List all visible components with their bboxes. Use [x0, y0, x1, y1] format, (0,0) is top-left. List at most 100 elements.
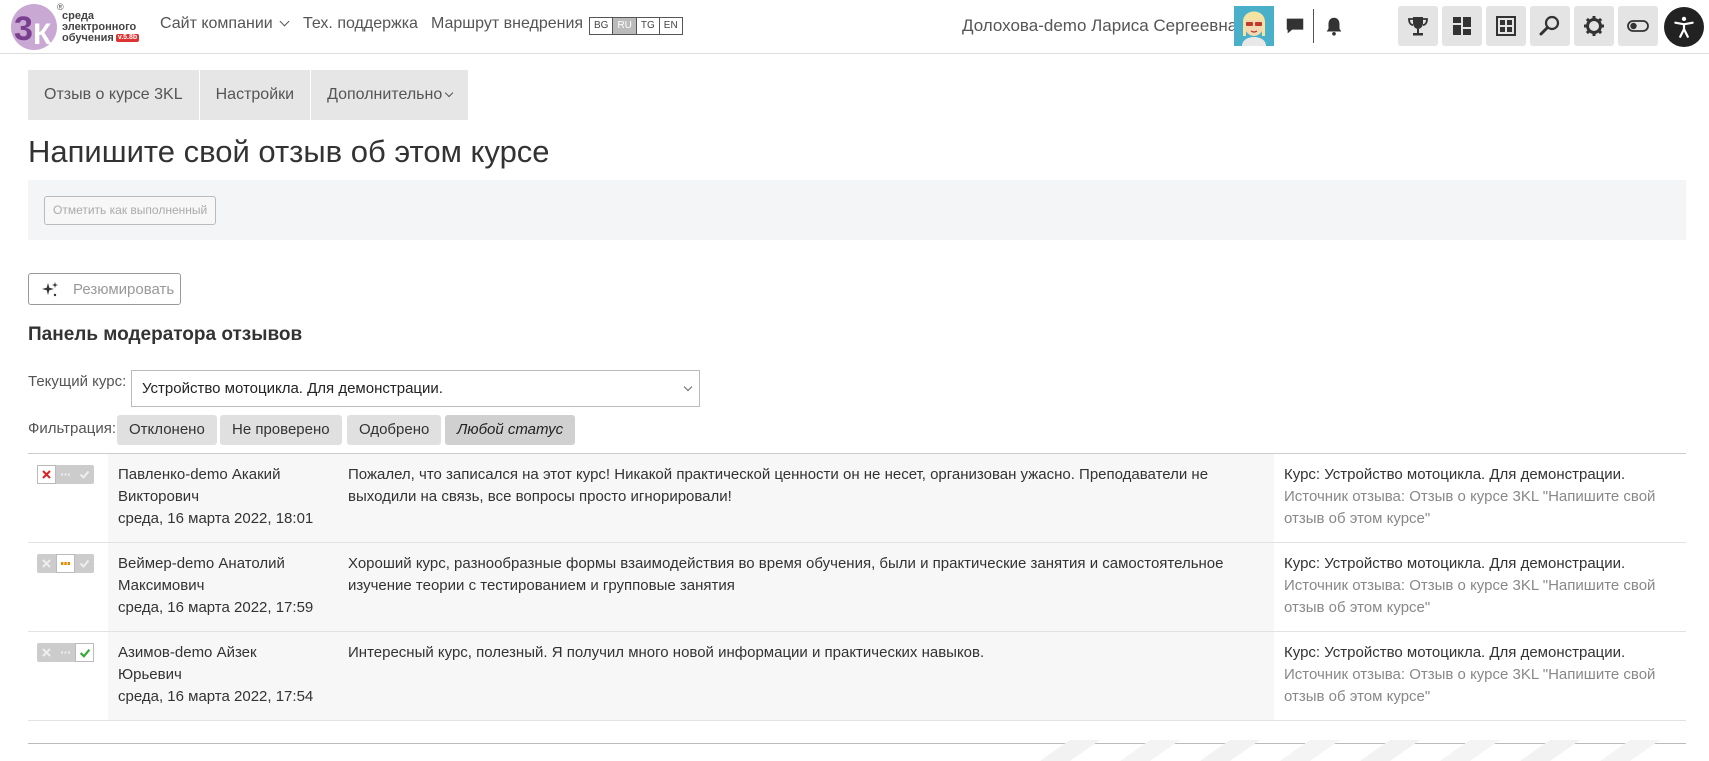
review-source: Источник отзыва: Отзыв о курсе 3KL "Напи…: [1284, 577, 1656, 616]
filter-approved-button[interactable]: Одобрено: [347, 415, 442, 445]
pending-toggle[interactable]: [56, 554, 75, 573]
review-meta-cell: Курс: Устройство мотоцикла. Для демонстр…: [1274, 632, 1686, 720]
footer-decoration: [1040, 740, 1660, 761]
avatar-image-icon: [1234, 6, 1274, 46]
summarize-label: Резюмировать: [73, 281, 175, 298]
review-author-cell: Азимов-demo Айзек Юрьевич среда, 16 март…: [108, 632, 338, 720]
pending-dots-icon: [61, 651, 70, 654]
review-row: Павленко-demo Акакий Викторович среда, 1…: [28, 454, 1686, 543]
review-source: Источник отзыва: Отзыв о курсе 3KL "Напи…: [1284, 666, 1656, 705]
approve-toggle[interactable]: [75, 554, 94, 573]
review-author-patronymic: Юрьевич: [118, 666, 182, 683]
avatar[interactable]: [1234, 6, 1274, 46]
completion-panel: Отметить как выполненный: [28, 180, 1686, 240]
current-course-select[interactable]: Устройство мотоцикла. Для демонстрации.: [131, 370, 700, 407]
review-status-cell: [28, 632, 108, 720]
review-author-name: Веймер-demo Анатолий: [118, 555, 285, 572]
review-text: Хороший курс, разнообразные формы взаимо…: [338, 543, 1274, 631]
approve-toggle[interactable]: [75, 465, 94, 484]
review-date: среда, 16 марта 2022, 17:59: [118, 599, 314, 616]
tab-more-label: Дополнительно: [327, 86, 443, 103]
filter-rejected-button[interactable]: Отклонено: [117, 415, 217, 445]
theme-toggle-button[interactable]: [1618, 6, 1658, 46]
review-status-cell: [28, 543, 108, 631]
approve-check-icon: [79, 470, 90, 479]
pending-toggle[interactable]: [56, 465, 75, 484]
logo-3kl-icon: 3 К: [11, 4, 57, 51]
approve-toggle[interactable]: [75, 643, 94, 662]
top-navbar: 3 К ® среда электронного обучения v.5.8b …: [0, 0, 1709, 54]
lang-en[interactable]: EN: [660, 18, 682, 34]
reject-toggle[interactable]: [37, 554, 56, 573]
mark-complete-button[interactable]: Отметить как выполненный: [44, 196, 217, 225]
logo-text: среда электронного обучения v.5.8b: [62, 11, 140, 44]
status-switch: [37, 643, 94, 662]
lang-ru[interactable]: RU: [613, 18, 637, 34]
navbar-divider: [1313, 9, 1314, 43]
company-site-dropdown[interactable]: Сайт компании: [160, 15, 290, 33]
logo-line-3: обучения v.5.8b: [62, 33, 140, 44]
reject-toggle[interactable]: [37, 465, 56, 484]
review-author-cell: Павленко-demo Акакий Викторович среда, 1…: [108, 454, 338, 542]
logo[interactable]: 3 К ® среда электронного обучения v.5.8b: [10, 2, 150, 52]
lang-tg[interactable]: TG: [637, 18, 660, 34]
pending-toggle[interactable]: [56, 643, 75, 662]
language-switcher: BG RU TG EN: [589, 17, 683, 35]
courses-icon: [1496, 16, 1516, 36]
review-date: среда, 16 марта 2022, 17:54: [118, 688, 314, 705]
route-link[interactable]: Маршрут внедрения: [431, 15, 583, 33]
accessibility-icon: [1674, 16, 1694, 38]
achievements-button[interactable]: [1398, 6, 1438, 46]
review-meta-cell: Курс: Устройство мотоцикла. Для демонстр…: [1274, 454, 1686, 542]
support-link[interactable]: Тех. поддержка: [303, 15, 418, 33]
review-course: Курс: Устройство мотоцикла. Для демонстр…: [1284, 644, 1626, 661]
page-title: Напишите свой отзыв об этом курсе: [28, 134, 550, 169]
gear-icon: [1584, 16, 1604, 36]
status-switch: [37, 465, 94, 484]
filter-label: Фильтрация:: [28, 420, 116, 437]
courses-button[interactable]: [1486, 6, 1526, 46]
review-meta-cell: Курс: Устройство мотоцикла. Для демонстр…: [1274, 543, 1686, 631]
pending-dots-icon: [61, 473, 70, 476]
summarize-button[interactable]: Резюмировать: [28, 273, 181, 305]
review-author-name: Павленко-demo Акакий: [118, 466, 281, 483]
sparkles-icon: [42, 282, 58, 297]
pending-dots-icon: [61, 562, 70, 565]
review-author-name: Азимов-demo Айзек: [118, 644, 257, 661]
lang-bg[interactable]: BG: [590, 18, 614, 34]
moderator-panel-heading: Панель модератора отзывов: [28, 324, 303, 345]
search-button[interactable]: [1530, 6, 1570, 46]
bell-icon[interactable]: [1323, 15, 1345, 37]
messages-icon[interactable]: [1284, 15, 1306, 37]
dashboard-icon: [1453, 17, 1471, 35]
reject-cross-icon: [42, 648, 51, 657]
filter-any-status-button[interactable]: Любой статус: [445, 415, 576, 445]
tab-more[interactable]: Дополнительно: [311, 70, 468, 120]
reviews-table: Павленко-demo Акакий Викторович среда, 1…: [28, 453, 1686, 721]
chevron-down-icon: [444, 88, 454, 98]
svg-text:К: К: [33, 18, 52, 51]
review-course: Курс: Устройство мотоцикла. Для демонстр…: [1284, 466, 1626, 483]
filter-unchecked-button[interactable]: Не проверено: [220, 415, 342, 445]
review-status-cell: [28, 454, 108, 542]
approve-check-icon: [79, 648, 90, 658]
review-row: Веймер-demo Анатолий Максимович среда, 1…: [28, 543, 1686, 632]
dashboard-button[interactable]: [1442, 6, 1482, 46]
tab-settings[interactable]: Настройки: [200, 70, 312, 120]
secondary-tabs: Отзыв о курсе 3KL Настройки Дополнительн…: [28, 70, 469, 120]
approve-check-icon: [79, 559, 90, 568]
current-course-label: Текущий курс:: [28, 373, 127, 390]
reject-cross-icon: [42, 559, 51, 568]
tab-course-feedback[interactable]: Отзыв о курсе 3KL: [28, 70, 200, 120]
reject-toggle[interactable]: [37, 643, 56, 662]
company-site-label: Сайт компании: [160, 15, 273, 32]
search-icon: [1539, 15, 1560, 36]
review-text: Интересный курс, полезный. Я получил мно…: [338, 632, 1274, 720]
user-name[interactable]: Долохова-demo Лариса Сергеевна: [962, 16, 1237, 36]
settings-button[interactable]: [1574, 6, 1614, 46]
svg-text:3: 3: [14, 10, 33, 48]
chevron-down-icon: [683, 382, 693, 392]
reject-cross-icon: [42, 470, 51, 479]
accessibility-button[interactable]: [1664, 7, 1704, 47]
review-row: Азимов-demo Айзек Юрьевич среда, 16 март…: [28, 632, 1686, 721]
